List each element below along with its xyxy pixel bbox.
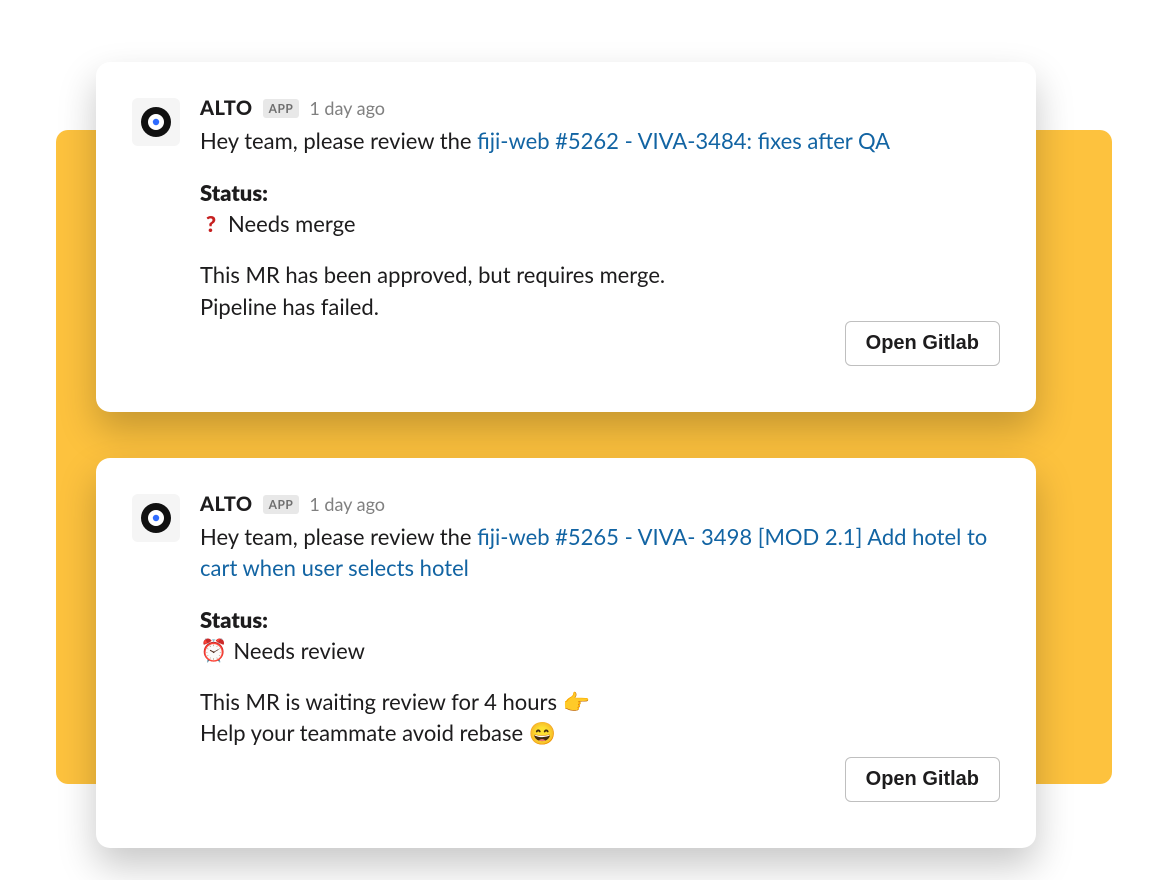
app-name: ALTO <box>200 96 253 120</box>
intro-text: Hey team, please review the <box>200 127 477 154</box>
alto-logo-icon <box>138 500 174 536</box>
status-label: Status: <box>200 179 1000 206</box>
open-gitlab-button[interactable]: Open Gitlab <box>845 321 1000 366</box>
message-body: Hey team, please review the fiji-web #52… <box>200 522 1000 584</box>
status-text: Needs review <box>233 637 365 664</box>
status-row: ? Needs merge <box>200 210 1000 237</box>
message-timestamp: 1 day ago <box>309 97 385 119</box>
status-text: Needs merge <box>228 210 356 237</box>
detail-line-2: Help your teammate avoid rebase <box>200 719 529 746</box>
app-badge: APP <box>263 99 300 118</box>
message-header: ALTO APP 1 day ago <box>200 492 1000 516</box>
open-gitlab-button[interactable]: Open Gitlab <box>845 757 1000 802</box>
question-mark-icon: ? <box>200 210 222 237</box>
status-detail: This MR is waiting review for 4 hours 👉 … <box>200 686 760 750</box>
message-header: ALTO APP 1 day ago <box>200 96 1000 120</box>
grinning-face-icon: 😄 <box>529 719 556 746</box>
intro-text: Hey team, please review the <box>200 523 477 550</box>
pointing-hand-icon: 👉 <box>563 688 590 715</box>
message-timestamp: 1 day ago <box>309 493 385 515</box>
app-name: ALTO <box>200 492 253 516</box>
detail-line-2: Pipeline has failed. <box>200 293 379 320</box>
slack-message-card: ALTO APP 1 day ago Hey team, please revi… <box>96 62 1036 412</box>
app-badge: APP <box>263 495 300 514</box>
detail-line-1: This MR is waiting review for 4 hours <box>200 688 563 715</box>
status-detail: This MR has been approved, but requires … <box>200 259 760 323</box>
status-label: Status: <box>200 606 1000 633</box>
alarm-clock-icon: ⏰ <box>200 639 227 661</box>
slack-message-card: ALTO APP 1 day ago Hey team, please revi… <box>96 458 1036 848</box>
app-avatar <box>132 98 180 146</box>
message-body: Hey team, please review the fiji-web #52… <box>200 126 1000 157</box>
status-row: ⏰ Needs review <box>200 637 1000 664</box>
alto-logo-icon <box>138 104 174 140</box>
merge-request-link[interactable]: fiji-web #5262 - VIVA-3484: fixes after … <box>477 127 890 154</box>
detail-line-1: This MR has been approved, but requires … <box>200 261 665 288</box>
app-avatar <box>132 494 180 542</box>
